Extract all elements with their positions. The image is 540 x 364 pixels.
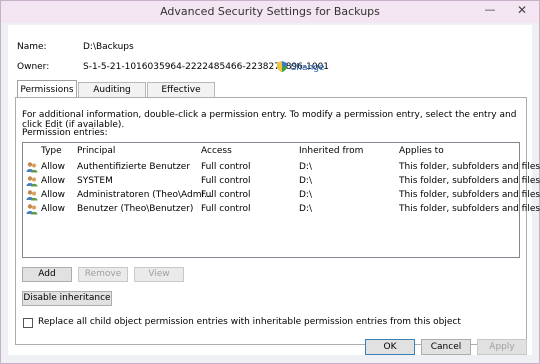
disable-inheritance-button[interactable]: Disable inheritance [22,291,112,306]
close-button[interactable]: ✕ [507,1,537,21]
row-applies-to: This folder, subfolders and files [399,176,540,186]
user-group-icon [26,203,38,215]
row-principal: Authentifizierte Benutzer [77,162,191,172]
window-title: Advanced Security Settings for Backups [160,5,380,18]
permission-row[interactable]: Allow Benutzer (Theo\Benutzer) Full cont… [23,203,540,217]
uac-shield-icon [277,61,287,72]
column-header-inherited-from[interactable]: Inherited from [299,146,363,156]
minimize-button[interactable]: — [477,1,503,21]
ok-button[interactable]: OK [365,339,415,355]
permission-row[interactable]: Allow Authentifizierte Benutzer Full con… [23,161,540,175]
info-text: For additional information, double-click… [22,110,517,130]
replace-child-permissions-checkbox[interactable] [23,318,33,328]
tab-effective-access[interactable]: Effective Access [147,82,215,110]
row-inherited-from: D:\ [299,162,312,172]
owner-label: Owner: [17,62,50,72]
change-owner[interactable]: Change [277,61,324,73]
remove-button[interactable]: Remove [78,267,128,282]
row-type: Allow [41,190,66,200]
permissions-panel: For additional information, double-click… [15,97,540,345]
row-applies-to: This folder, subfolders and files [399,204,540,214]
column-header-access[interactable]: Access [201,146,232,156]
row-principal: SYSTEM [77,176,113,186]
row-principal: Benutzer (Theo\Benutzer) [77,204,194,214]
row-access: Full control [201,176,251,186]
row-type: Allow [41,204,66,214]
cancel-button[interactable]: Cancel [421,339,471,355]
row-inherited-from: D:\ [299,190,312,200]
replace-child-permissions-label[interactable]: Replace all child object permission entr… [38,317,461,327]
row-applies-to: This folder, subfolders and files [399,190,540,200]
user-group-icon [26,161,38,173]
permission-row[interactable]: Allow Administratoren (Theo\Admi... Full… [23,189,540,203]
row-inherited-from: D:\ [299,176,312,186]
column-header-principal[interactable]: Principal [77,146,115,156]
row-applies-to: This folder, subfolders and files [399,162,540,172]
row-access: Full control [201,190,251,200]
name-value: D:\Backups [83,42,134,52]
tab-permissions[interactable]: Permissions [17,80,77,98]
row-type: Allow [41,162,66,172]
add-button[interactable]: Add [22,267,72,282]
user-group-icon [26,189,38,201]
apply-button[interactable]: Apply [477,339,527,355]
column-header-applies-to[interactable]: Applies to [399,146,444,156]
permission-entries-list[interactable]: Type Principal Access Inherited from App… [22,142,540,258]
permission-row[interactable]: Allow SYSTEM Full control D:\ This folde… [23,175,540,189]
change-owner-link[interactable]: Change [290,63,324,73]
user-group-icon [26,175,38,187]
row-type: Allow [41,176,66,186]
row-access: Full control [201,204,251,214]
permission-entries-label: Permission entries: [22,128,108,138]
column-header-type[interactable]: Type [41,146,62,156]
row-inherited-from: D:\ [299,204,312,214]
advanced-security-dialog: Advanced Security Settings for Backups —… [0,0,540,364]
tab-auditing[interactable]: Auditing [78,82,146,98]
name-label: Name: [17,42,47,52]
view-button[interactable]: View [134,267,184,282]
row-principal: Administratoren (Theo\Admi... [77,190,213,200]
row-access: Full control [201,162,251,172]
title-bar: Advanced Security Settings for Backups —… [1,1,539,23]
